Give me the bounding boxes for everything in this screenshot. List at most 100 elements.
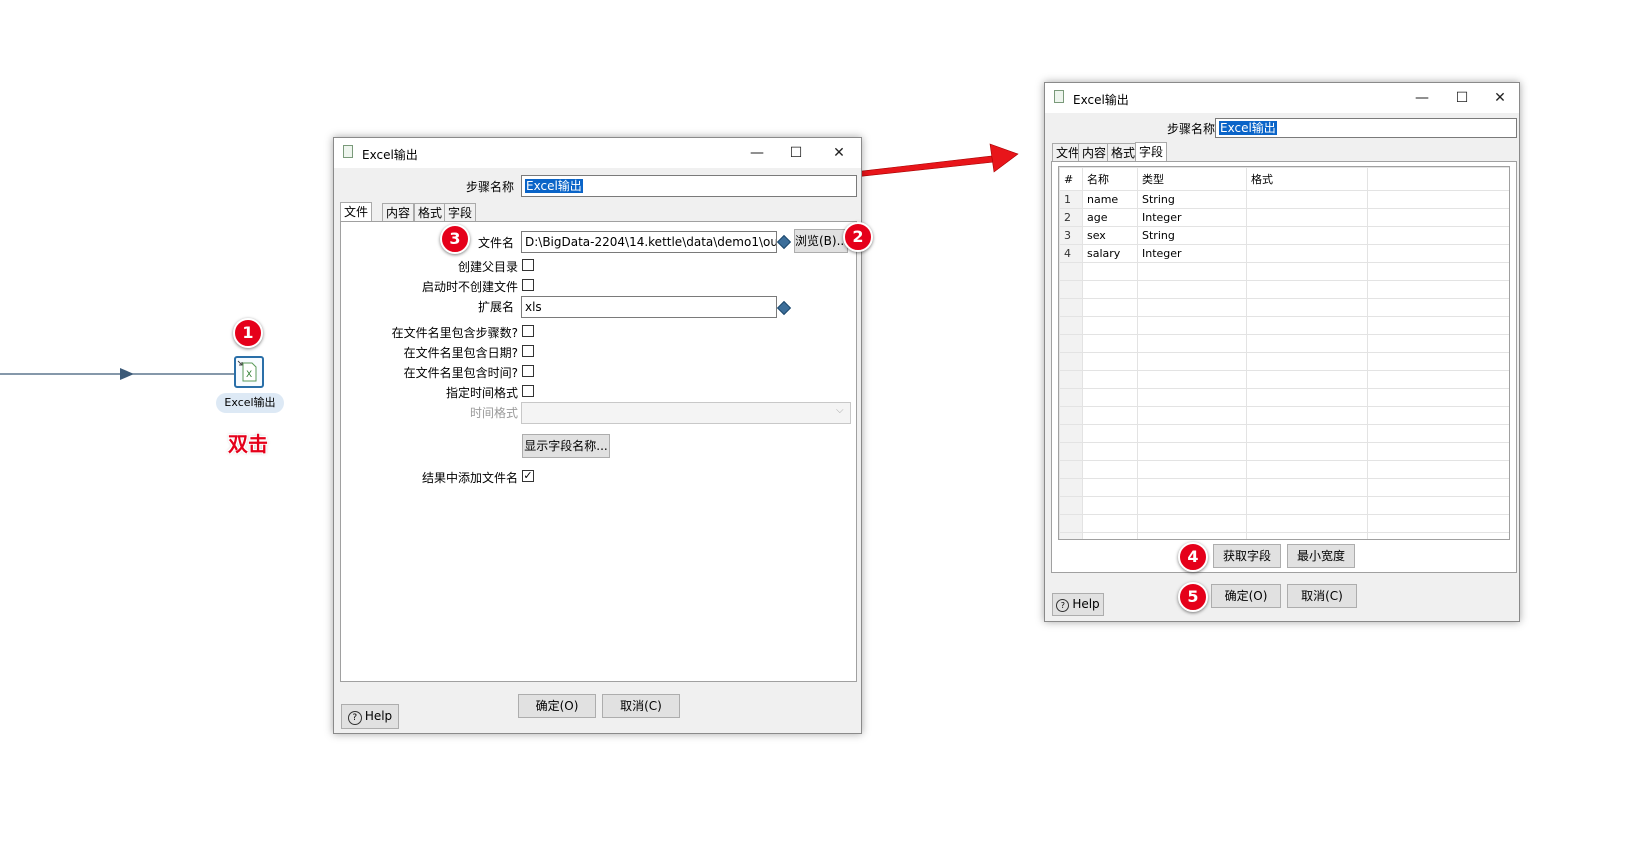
empty-cell xyxy=(1082,280,1138,299)
no-create-at-start-label: 启动时不创建文件 xyxy=(421,280,518,294)
help-button[interactable]: ? Help xyxy=(1052,593,1104,616)
empty-cell xyxy=(1082,316,1138,335)
empty-cell xyxy=(1367,334,1509,353)
show-fieldnames-button[interactable]: 显示字段名称... xyxy=(522,434,610,458)
empty-table-row xyxy=(1059,316,1509,335)
table-cell[interactable] xyxy=(1246,208,1368,227)
no-create-at-start-checkbox[interactable] xyxy=(522,279,534,291)
extension-input[interactable]: xls xyxy=(521,296,777,318)
step-name-input[interactable]: Excel输出 xyxy=(1215,118,1517,138)
empty-table-row xyxy=(1059,334,1509,353)
empty-table-row xyxy=(1059,424,1509,443)
excel-output-step-icon[interactable]: X xyxy=(234,356,264,388)
empty-cell xyxy=(1137,388,1247,407)
empty-cell xyxy=(1059,262,1083,281)
step-badge-2: 2 xyxy=(843,222,873,252)
min-width-button[interactable]: 最小宽度 xyxy=(1287,544,1355,568)
include-stepnr-checkbox[interactable] xyxy=(522,325,534,337)
empty-cell xyxy=(1367,316,1509,335)
row-number-cell: 4 xyxy=(1059,244,1083,263)
step-name-input[interactable]: Excel输出 xyxy=(521,175,857,197)
table-row[interactable]: 2 age Integer xyxy=(1059,208,1509,227)
title-bar: Excel输出 — ☐ ✕ xyxy=(334,138,861,168)
help-button[interactable]: ? Help xyxy=(341,704,399,729)
minimize-button[interactable]: — xyxy=(742,142,772,164)
include-time-label: 在文件名里包含时间? xyxy=(403,366,518,380)
empty-cell xyxy=(1137,334,1247,353)
time-format-select[interactable] xyxy=(521,402,851,424)
browse-button[interactable]: 浏览(B)... xyxy=(794,229,848,253)
table-cell-empty xyxy=(1367,208,1509,227)
empty-cell xyxy=(1367,496,1509,515)
table-cell[interactable]: Integer xyxy=(1137,208,1247,227)
table-cell[interactable]: Integer xyxy=(1137,244,1247,263)
column-header[interactable]: 格式 xyxy=(1246,167,1368,191)
table-row[interactable]: 4 salary Integer xyxy=(1059,244,1509,263)
include-stepnr-label: 在文件名里包含步骤数? xyxy=(391,326,518,340)
include-time-checkbox[interactable] xyxy=(522,365,534,377)
table-cell[interactable] xyxy=(1246,190,1368,209)
filename-input[interactable]: D:\BigData-2204\14.kettle\data\demo1\out… xyxy=(521,231,777,253)
tab-file[interactable]: 文件 xyxy=(340,202,373,222)
empty-cell xyxy=(1246,388,1368,407)
tab-content[interactable]: 内容 xyxy=(1078,143,1111,163)
column-header[interactable]: 名称 xyxy=(1082,167,1138,191)
empty-cell xyxy=(1137,352,1247,371)
table-cell[interactable]: age xyxy=(1082,208,1138,227)
empty-cell xyxy=(1246,478,1368,497)
empty-cell xyxy=(1367,370,1509,389)
create-parent-checkbox[interactable] xyxy=(522,259,534,271)
excel-output-dialog-fields-tab: Excel输出 — ☐ ✕ 步骤名称 Excel输出 文件 内容 格式 字段 #… xyxy=(1044,82,1520,622)
table-cell[interactable]: sex xyxy=(1082,226,1138,245)
empty-cell xyxy=(1082,334,1138,353)
cancel-button[interactable]: 取消(C) xyxy=(1287,584,1357,608)
add-to-result-label: 结果中添加文件名 xyxy=(421,471,518,485)
table-cell[interactable]: name xyxy=(1082,190,1138,209)
table-row[interactable]: 1 name String xyxy=(1059,190,1509,209)
empty-cell xyxy=(1246,370,1368,389)
tab-format[interactable]: 格式 xyxy=(414,203,447,223)
help-icon: ? xyxy=(347,711,362,725)
step-label[interactable]: Excel输出 xyxy=(216,393,284,413)
table-cell[interactable]: String xyxy=(1137,226,1247,245)
include-date-checkbox[interactable] xyxy=(522,345,534,357)
empty-table-row xyxy=(1059,262,1509,281)
empty-cell xyxy=(1137,424,1247,443)
empty-table-row xyxy=(1059,298,1509,317)
empty-cell xyxy=(1137,262,1247,281)
maximize-button[interactable]: ☐ xyxy=(1447,87,1477,109)
add-to-result-checkbox[interactable]: ✓ xyxy=(522,470,534,482)
column-header[interactable]: # xyxy=(1059,167,1083,191)
ok-button[interactable]: 确定(O) xyxy=(518,694,596,718)
fields-table[interactable]: # 名称 类型 格式 1 name String 2 age Integer 3 sex Str… xyxy=(1059,167,1509,539)
cancel-button[interactable]: 取消(C) xyxy=(602,694,680,718)
tab-fields[interactable]: 字段 xyxy=(1135,142,1168,162)
table-cell[interactable] xyxy=(1246,244,1368,263)
table-cell[interactable] xyxy=(1246,226,1368,245)
empty-cell xyxy=(1367,280,1509,299)
empty-cell xyxy=(1082,478,1138,497)
specify-format-checkbox[interactable] xyxy=(522,385,534,397)
close-button[interactable]: ✕ xyxy=(1485,87,1515,109)
empty-cell xyxy=(1246,460,1368,479)
empty-cell xyxy=(1246,532,1368,539)
minimize-button[interactable]: — xyxy=(1407,87,1437,109)
ok-button[interactable]: 确定(O) xyxy=(1211,584,1281,608)
table-cell[interactable]: salary xyxy=(1082,244,1138,263)
empty-cell xyxy=(1367,442,1509,461)
empty-cell xyxy=(1246,280,1368,299)
table-cell-empty xyxy=(1367,244,1509,263)
empty-table-row xyxy=(1059,514,1509,533)
empty-table-row xyxy=(1059,370,1509,389)
table-cell[interactable]: String xyxy=(1137,190,1247,209)
maximize-button[interactable]: ☐ xyxy=(781,142,811,164)
double-click-note: 双击 xyxy=(228,432,268,456)
close-button[interactable]: ✕ xyxy=(824,142,854,164)
tab-fields[interactable]: 字段 xyxy=(444,203,477,223)
empty-cell xyxy=(1059,532,1083,539)
tab-content[interactable]: 内容 xyxy=(382,203,415,223)
column-header[interactable]: 类型 xyxy=(1137,167,1247,191)
table-row[interactable]: 3 sex String xyxy=(1059,226,1509,245)
step-name-label: 步骤名称 xyxy=(465,180,514,194)
get-fields-button[interactable]: 获取字段 xyxy=(1213,544,1281,568)
